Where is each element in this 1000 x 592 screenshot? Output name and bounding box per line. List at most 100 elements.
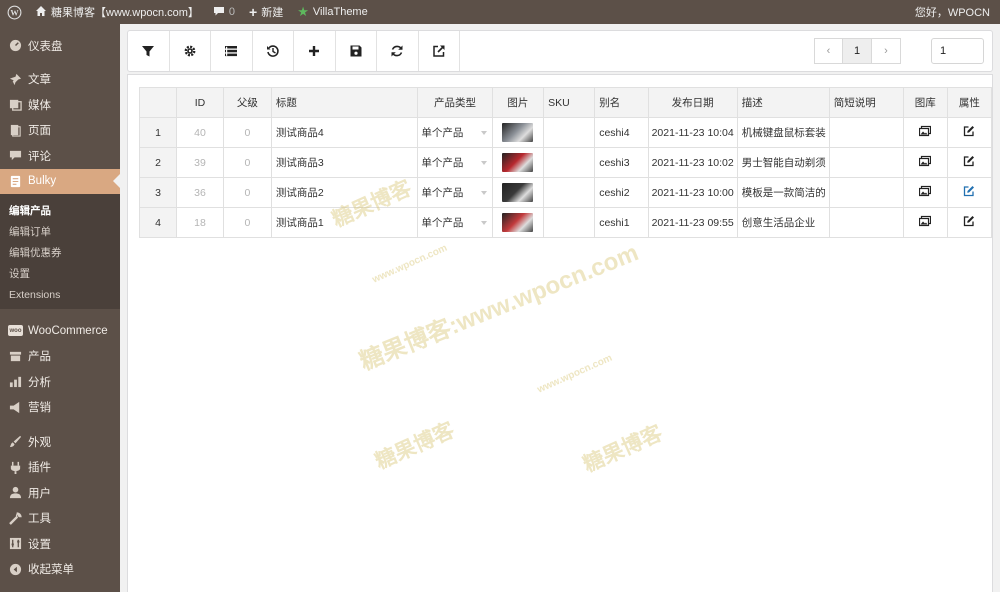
cell-product-type[interactable]: 单个产品 bbox=[417, 207, 493, 238]
cell-attributes[interactable] bbox=[946, 117, 992, 148]
settings-button[interactable] bbox=[170, 31, 211, 71]
header-sku[interactable]: SKU bbox=[543, 87, 596, 118]
villatheme-link[interactable]: ★ VillaTheme bbox=[290, 0, 374, 24]
cell-description[interactable]: 机械键盘鼠标套装 bbox=[736, 117, 830, 148]
cell-description[interactable]: 男士智能自动剃须 bbox=[736, 147, 830, 178]
menu-settings[interactable]: 设置 bbox=[0, 531, 120, 557]
menu-label: 产品 bbox=[28, 351, 51, 364]
pager-current-page[interactable]: 1 bbox=[843, 38, 872, 64]
header-id[interactable]: ID bbox=[176, 87, 224, 118]
header-gallery[interactable]: 图库 bbox=[902, 87, 948, 118]
cell-gallery[interactable] bbox=[902, 117, 948, 148]
header-image[interactable]: 图片 bbox=[491, 87, 545, 118]
header-attributes[interactable]: 属性 bbox=[946, 87, 992, 118]
cell-sku[interactable] bbox=[543, 147, 596, 178]
cell-gallery[interactable] bbox=[902, 147, 948, 178]
cell-title[interactable]: 测试商品2 bbox=[270, 177, 419, 208]
submenu-settings[interactable]: 设置 bbox=[0, 263, 120, 284]
pager-prev-button[interactable]: ‹ bbox=[814, 38, 843, 64]
menu-products[interactable]: 产品 bbox=[0, 344, 120, 370]
add-button[interactable] bbox=[294, 31, 336, 71]
filter-button[interactable] bbox=[128, 31, 170, 71]
cell-image[interactable] bbox=[491, 207, 545, 238]
row-number[interactable]: 4 bbox=[138, 207, 178, 238]
cell-image[interactable] bbox=[491, 117, 545, 148]
header-parent[interactable]: 父级 bbox=[222, 87, 272, 118]
menu-analytics[interactable]: 分析 bbox=[0, 369, 120, 395]
save-button[interactable] bbox=[336, 31, 377, 71]
row-number[interactable]: 3 bbox=[138, 177, 178, 208]
header-slug[interactable]: 别名 bbox=[594, 87, 649, 118]
pager-next-button[interactable]: › bbox=[872, 38, 901, 64]
new-content-link[interactable]: + 新建 bbox=[242, 0, 290, 24]
menu-appearance[interactable]: 外观 bbox=[0, 429, 120, 455]
cell-description[interactable]: 创意生活品企业 bbox=[736, 207, 830, 238]
cell-image[interactable] bbox=[491, 147, 545, 178]
cell-slug[interactable]: ceshi2 bbox=[594, 177, 649, 208]
cell-attributes[interactable] bbox=[946, 207, 992, 238]
cell-gallery[interactable] bbox=[902, 177, 948, 208]
menu-dashboard[interactable]: 仪表盘 bbox=[0, 33, 120, 59]
cell-sku[interactable] bbox=[543, 207, 596, 238]
cell-slug[interactable]: ceshi4 bbox=[594, 117, 649, 148]
cell-id: 40 bbox=[176, 117, 224, 148]
history-button[interactable] bbox=[253, 31, 294, 71]
cell-image[interactable] bbox=[491, 177, 545, 208]
menu-media[interactable]: 媒体 bbox=[0, 92, 120, 118]
submenu-edit-coupons[interactable]: 编辑优惠券 bbox=[0, 242, 120, 263]
page-number-input[interactable] bbox=[931, 38, 984, 64]
cell-date[interactable]: 2021-11-23 10:04 bbox=[647, 117, 738, 148]
menu-plugins[interactable]: 插件 bbox=[0, 455, 120, 481]
row-number[interactable]: 1 bbox=[138, 117, 178, 148]
wordpress-logo-icon[interactable]: W bbox=[0, 0, 28, 24]
cell-date[interactable]: 2021-11-23 09:55 bbox=[647, 207, 738, 238]
menu-comments[interactable]: 评论 bbox=[0, 143, 120, 169]
menu-bulky[interactable]: Bulky bbox=[0, 168, 120, 194]
cell-slug[interactable]: ceshi3 bbox=[594, 147, 649, 178]
collapse-icon bbox=[8, 562, 22, 576]
cell-title[interactable]: 测试商品3 bbox=[270, 147, 419, 178]
cell-short-description[interactable] bbox=[828, 147, 904, 178]
menu-pages[interactable]: 页面 bbox=[0, 118, 120, 144]
header-title[interactable]: 标题 bbox=[270, 87, 419, 118]
cell-sku[interactable] bbox=[543, 177, 596, 208]
cell-date[interactable]: 2021-11-23 10:02 bbox=[647, 147, 738, 178]
menu-woocommerce[interactable]: woo WooCommerce bbox=[0, 318, 120, 344]
header-short-description[interactable]: 简短说明 bbox=[828, 87, 904, 118]
menu-users[interactable]: 用户 bbox=[0, 480, 120, 506]
cell-product-type[interactable]: 单个产品 bbox=[417, 177, 493, 208]
cell-gallery[interactable] bbox=[902, 207, 948, 238]
menu-posts[interactable]: 文章 bbox=[0, 67, 120, 93]
cell-attributes[interactable] bbox=[946, 177, 992, 208]
submenu-edit-orders[interactable]: 编辑订单 bbox=[0, 221, 120, 242]
cell-product-type[interactable]: 单个产品 bbox=[417, 117, 493, 148]
cell-title[interactable]: 测试商品4 bbox=[270, 117, 419, 148]
refresh-button[interactable] bbox=[377, 31, 419, 71]
menu-collapse[interactable]: 收起菜单 bbox=[0, 557, 120, 583]
cell-attributes[interactable] bbox=[946, 147, 992, 178]
submenu-extensions[interactable]: Extensions bbox=[0, 284, 120, 305]
header-product-type[interactable]: 产品类型 bbox=[417, 87, 493, 118]
columns-button[interactable] bbox=[211, 31, 253, 71]
comments-link[interactable]: 0 bbox=[206, 0, 242, 24]
row-number[interactable]: 2 bbox=[138, 147, 178, 178]
cell-short-description[interactable] bbox=[828, 117, 904, 148]
cell-parent: 0 bbox=[222, 117, 272, 148]
cell-date[interactable]: 2021-11-23 10:00 bbox=[647, 177, 738, 208]
cell-slug[interactable]: ceshi1 bbox=[594, 207, 649, 238]
submenu-edit-products[interactable]: 编辑产品 bbox=[0, 200, 120, 221]
account-greeting[interactable]: 您好，WPOCN bbox=[908, 0, 1000, 24]
menu-tools[interactable]: 工具 bbox=[0, 506, 120, 532]
new-label: 新建 bbox=[261, 7, 284, 19]
export-button[interactable] bbox=[419, 31, 460, 71]
header-description[interactable]: 描述 bbox=[736, 87, 830, 118]
cell-short-description[interactable] bbox=[828, 177, 904, 208]
cell-short-description[interactable] bbox=[828, 207, 904, 238]
cell-sku[interactable] bbox=[543, 117, 596, 148]
header-date[interactable]: 发布日期 bbox=[647, 87, 738, 118]
cell-description[interactable]: 模板是一款简洁的 bbox=[736, 177, 830, 208]
site-name-link[interactable]: 糖果博客【www.wpocn.com】 bbox=[28, 0, 206, 24]
cell-title[interactable]: 测试商品1 bbox=[270, 207, 419, 238]
menu-marketing[interactable]: 营销 bbox=[0, 395, 120, 421]
cell-product-type[interactable]: 单个产品 bbox=[417, 147, 493, 178]
